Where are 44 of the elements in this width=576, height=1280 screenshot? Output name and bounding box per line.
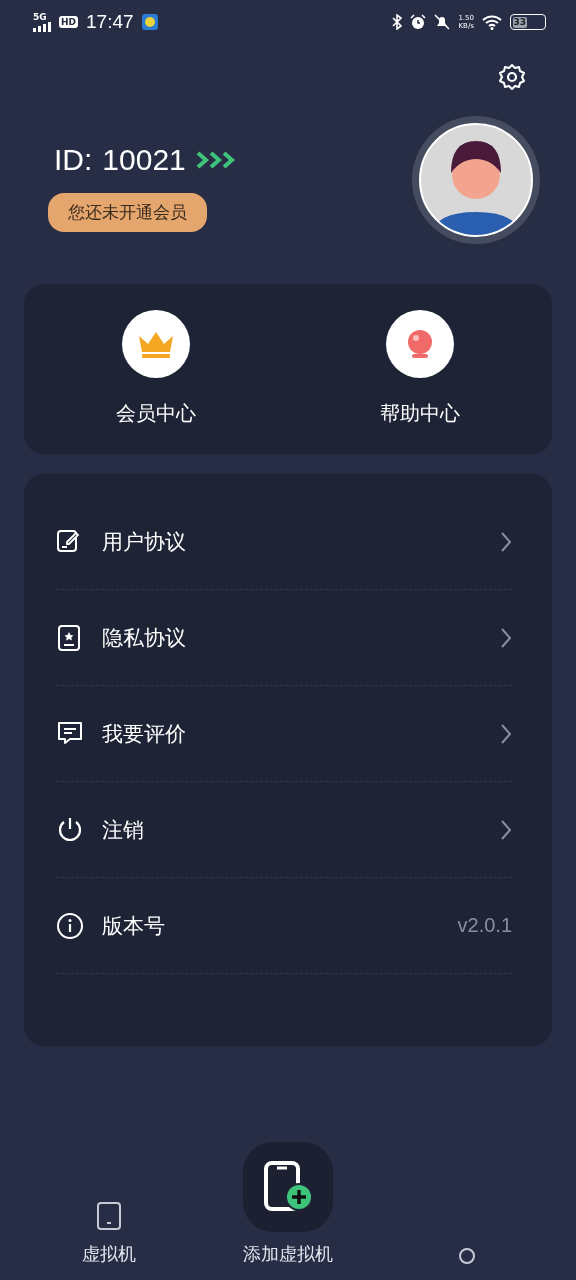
- wifi-icon: [482, 14, 502, 30]
- nav-label: 添加虚拟机: [243, 1242, 333, 1266]
- chevron-right-icon: [500, 722, 512, 745]
- nav-label: 虚拟机: [82, 1242, 137, 1266]
- crown-icon: [122, 310, 190, 378]
- menu-item[interactable]: 我要评价: [56, 686, 512, 782]
- app-notification-icon: [141, 14, 158, 30]
- user-id: 10021: [102, 142, 186, 177]
- menu-label: 我要评价: [102, 720, 187, 748]
- battery-level: 33: [512, 16, 528, 28]
- alarm-icon: [410, 14, 427, 30]
- add-nav-item[interactable]: 添加虚拟机: [213, 1142, 363, 1266]
- shortcut-label: 会员中心: [116, 400, 196, 427]
- signal-icon: [33, 21, 51, 32]
- version-text: v2.0.1: [457, 914, 512, 937]
- menu-label: 隐私协议: [102, 624, 187, 652]
- menu-label: 注销: [102, 816, 145, 844]
- tablet-icon: [97, 1202, 122, 1230]
- nav-item[interactable]: 虚拟机: [34, 1202, 185, 1266]
- chevron-right-icon: [500, 818, 512, 841]
- power-icon: [56, 815, 84, 844]
- settings-icon[interactable]: [498, 63, 526, 91]
- network-type: 5G: [33, 12, 47, 22]
- bulb-icon: [386, 310, 454, 378]
- shortcut-label: 帮助中心: [380, 400, 460, 427]
- status-time: 17:47: [86, 11, 134, 33]
- info-icon: [56, 911, 84, 940]
- menu-item[interactable]: 用户协议: [56, 494, 512, 590]
- chevron-right-icon: [500, 530, 512, 553]
- add-phone-icon: [262, 1161, 314, 1213]
- menu-item[interactable]: 版本号 v2.0.1: [56, 878, 512, 974]
- menu-label: 用户协议: [102, 528, 187, 556]
- bluetooth-icon: [392, 14, 403, 30]
- hd-badge: HD: [59, 16, 78, 28]
- shortcut-item[interactable]: 帮助中心: [288, 284, 552, 454]
- membership-button[interactable]: 您还未开通会员: [48, 192, 207, 232]
- chevron-right-icon: [500, 626, 512, 649]
- circle-icon: [458, 1248, 475, 1264]
- mute-bell-icon: [434, 14, 451, 30]
- id-label: ID:: [54, 142, 93, 177]
- menu-item[interactable]: 隐私协议: [56, 590, 512, 686]
- menu-label: 版本号: [102, 912, 166, 940]
- shortcut-item[interactable]: 会员中心: [24, 284, 288, 454]
- menu-item[interactable]: 注销: [56, 782, 512, 878]
